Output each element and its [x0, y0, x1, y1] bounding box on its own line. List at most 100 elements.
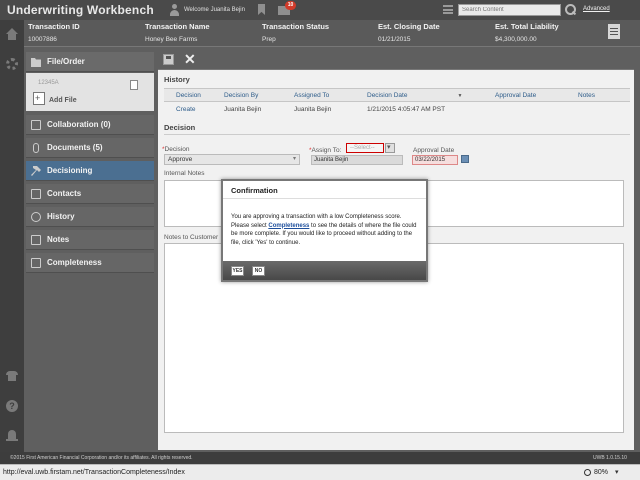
nav-item-completeness[interactable]: Completeness: [26, 253, 154, 273]
close-icon[interactable]: ✕: [184, 51, 196, 67]
bookmark-icon[interactable]: [258, 4, 265, 15]
nav-item-label: Notes: [47, 235, 70, 244]
col-decision[interactable]: Decision: [164, 88, 218, 102]
row-decision[interactable]: Create: [164, 102, 218, 117]
gear-icon[interactable]: [6, 58, 18, 70]
paperclip-icon: [33, 143, 39, 153]
decision-select[interactable]: Approve: [164, 154, 300, 165]
home-icon[interactable]: [6, 28, 18, 40]
sort-arrow-icon: ▼: [457, 92, 463, 99]
txn-liability-label: Est. Total Liability: [495, 22, 559, 31]
txn-status-label: Transaction Status: [262, 22, 330, 31]
approval-date-input[interactable]: 03/22/2015: [412, 155, 458, 165]
copyright-text: ©2015 First American Financial Corporati…: [10, 455, 193, 461]
bell-icon[interactable]: [6, 430, 18, 442]
row-assigned-to: Juanita Bejin: [294, 105, 332, 113]
col-decision-by[interactable]: Decision By: [218, 88, 288, 102]
save-icon[interactable]: [163, 54, 174, 65]
nav-item-file-order[interactable]: File/Order: [26, 52, 154, 72]
nav-item-history[interactable]: History: [26, 207, 154, 227]
nav-item-label: File/Order: [47, 57, 85, 66]
zoom-level[interactable]: 80%: [594, 469, 608, 476]
nav-item-label: Decisioning: [47, 166, 93, 175]
assign-to-select[interactable]: --Select--: [346, 143, 384, 153]
mail-count-badge: 10: [285, 1, 296, 10]
nav-item-contacts[interactable]: Contacts: [26, 184, 154, 204]
row-approval-date: [489, 102, 572, 117]
top-bar: Underwriting Workbench Welcome Juanita B…: [0, 0, 640, 20]
search-icon[interactable]: [565, 4, 576, 15]
txn-liability-value: $4,300,000.00: [495, 36, 537, 43]
clock-icon: [31, 212, 41, 222]
txn-name-col: Transaction Name Honey Bee Farms: [145, 22, 210, 43]
history-table: Decision Decision By Assigned To Decisio…: [164, 88, 630, 117]
col-approval-date[interactable]: Approval Date: [489, 88, 572, 102]
add-file-icon[interactable]: [33, 92, 45, 105]
user-welcome[interactable]: Welcome Juanita Bejin: [169, 3, 245, 17]
file-number[interactable]: 12345A: [38, 80, 59, 86]
nav-item-collaboration[interactable]: Collaboration (0): [26, 115, 154, 135]
dialog-title-bar: Confirmation: [223, 181, 426, 199]
decision-field-label: *Decision: [162, 146, 189, 153]
completeness-link[interactable]: Completeness: [268, 223, 309, 229]
txn-id-value: 10007886: [28, 36, 57, 43]
list-icon[interactable]: [443, 5, 453, 14]
txn-name-value: Honey Bee Farms: [145, 36, 198, 43]
gavel-icon: [31, 166, 41, 176]
document-icon[interactable]: [608, 24, 620, 39]
zoom-icon[interactable]: [584, 469, 591, 476]
app-title: Underwriting Workbench: [7, 3, 154, 17]
advanced-search-link[interactable]: Advanced: [583, 6, 610, 12]
welcome-text: Welcome Juanita Bejin: [184, 7, 245, 13]
row-decision-by: Juanita Bejin: [224, 105, 262, 113]
nav-item-label: Documents (5): [47, 143, 103, 152]
table-row: Create Juanita Bejin Juanita Bejin 1/21/…: [164, 102, 630, 117]
txn-id-label: Transaction ID: [28, 22, 80, 31]
txn-status-col: Transaction Status Prep: [262, 22, 329, 43]
footer-bar: ©2015 First American Financial Corporati…: [0, 452, 640, 464]
status-url: http://eval.uwb.firstam.net/TransactionC…: [3, 469, 185, 476]
collaboration-icon: [31, 120, 41, 130]
left-nav: File/Order 12345A Add File Collaboration…: [26, 50, 154, 450]
notes-icon: [31, 235, 41, 245]
phone-icon[interactable]: [6, 370, 18, 382]
yes-button[interactable]: YES: [231, 266, 244, 276]
nav-item-label: Collaboration (0): [47, 120, 111, 129]
nav-item-decisioning[interactable]: Decisioning: [26, 161, 154, 181]
col-decision-date[interactable]: Decision Date ▼: [361, 88, 489, 102]
history-title: History: [164, 75, 190, 84]
assign-field-label: *Assign To:: [309, 147, 341, 154]
col-notes[interactable]: Notes: [572, 88, 630, 102]
confirmation-dialog: Confirmation You are approving a transac…: [221, 179, 428, 282]
row-notes: [572, 102, 630, 117]
internal-notes-label: Internal Notes: [164, 170, 205, 177]
assign-to-value: Juanita Bejin: [311, 155, 403, 165]
assign-dropdown-button[interactable]: [385, 143, 395, 153]
txn-closing-value: 01/21/2015: [378, 36, 411, 43]
divider: [164, 134, 630, 135]
help-icon[interactable]: ?: [6, 400, 18, 412]
assign-label-text: Assign To:: [311, 147, 342, 154]
col-assigned-to[interactable]: Assigned To: [288, 88, 361, 102]
checklist-icon: [31, 258, 41, 268]
decision-label-text: Decision: [164, 146, 190, 153]
chevron-down-icon[interactable]: ▾: [615, 468, 619, 476]
pdf-icon[interactable]: [130, 80, 138, 90]
dialog-title: Confirmation: [231, 186, 278, 195]
no-button[interactable]: NO: [252, 266, 265, 276]
nav-item-label: Completeness: [47, 258, 102, 267]
history-header-row: Decision Decision By Assigned To Decisio…: [164, 88, 630, 102]
add-file-button[interactable]: Add File: [49, 97, 77, 104]
folder-icon: [31, 58, 41, 67]
search-input[interactable]: [458, 4, 561, 16]
version-text: UWB 1.0.15.10: [593, 455, 627, 461]
browser-status-bar: http://eval.uwb.firstam.net/TransactionC…: [0, 464, 640, 480]
row-decision-date: 1/21/2015 4:05:47 AM PST: [367, 105, 446, 113]
customer-notes-label: Notes to Customer: [164, 234, 219, 241]
nav-item-documents[interactable]: Documents (5): [26, 138, 154, 158]
calendar-icon[interactable]: [461, 155, 469, 163]
nav-item-notes[interactable]: Notes: [26, 230, 154, 250]
decision-section-title: Decision: [164, 123, 196, 132]
txn-status-value: Prep: [262, 36, 276, 43]
col-decision-date-label: Decision Date: [367, 91, 408, 99]
